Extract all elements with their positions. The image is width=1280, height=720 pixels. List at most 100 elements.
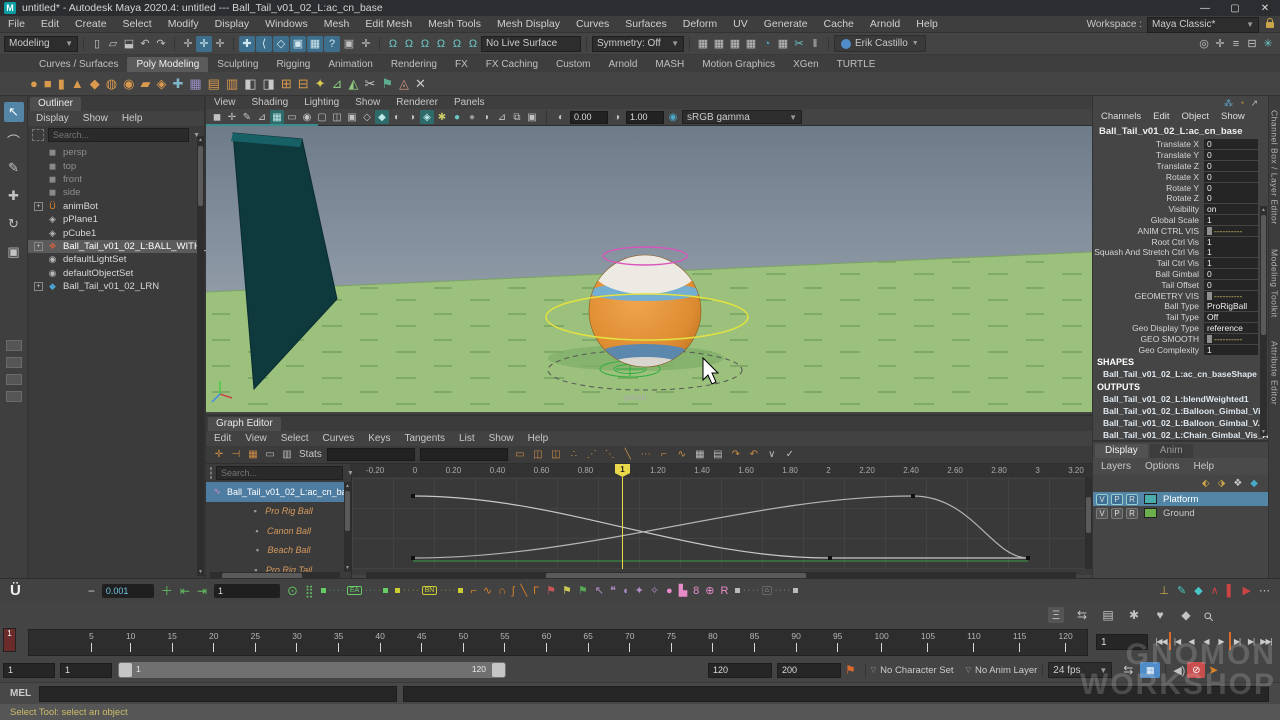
panel-vertical-tab[interactable]: Channel Box / Layer Editor bbox=[1270, 110, 1280, 225]
graph-editor-menu-item[interactable]: Curves bbox=[323, 433, 355, 444]
file-icon[interactable]: ⬓ bbox=[121, 36, 137, 52]
tangent-shape-icon[interactable]: Γ bbox=[533, 585, 539, 597]
tangent-tool-icon[interactable]: ∿ bbox=[675, 448, 689, 462]
shelf-tab[interactable]: TURTLE bbox=[828, 57, 885, 72]
tangent-tool-icon[interactable]: ◫ bbox=[549, 448, 563, 462]
viewport-toolbar-icon[interactable]: ● bbox=[450, 110, 464, 124]
key-flag-icon[interactable]: ⚑ bbox=[546, 584, 556, 597]
shelf-tab[interactable]: Rendering bbox=[382, 57, 446, 72]
tool-icon[interactable]: ▣ bbox=[4, 242, 24, 262]
graph-search-input[interactable] bbox=[216, 466, 343, 480]
tool-icon[interactable]: ⌒ bbox=[4, 130, 24, 150]
snap-toggle-icon[interactable]: ▦ bbox=[307, 36, 323, 52]
filter-icon[interactable] bbox=[32, 129, 44, 141]
outliner-item[interactable]: + Ü animBot bbox=[28, 200, 204, 213]
render-icon[interactable]: ‖ bbox=[807, 36, 823, 52]
anim-tool-icon[interactable]: ⊕ bbox=[705, 584, 714, 597]
viewport-toolbar-icon[interactable]: ● bbox=[465, 110, 479, 124]
shelf-icon[interactable]: ⊞ bbox=[281, 76, 292, 92]
attribute-value-field[interactable]: 0 bbox=[1204, 172, 1258, 182]
ease-slider[interactable]: · · · · EA · · · · bbox=[321, 586, 389, 595]
mel-label[interactable]: MEL bbox=[0, 688, 39, 699]
layer-reference-toggle[interactable]: R bbox=[1126, 494, 1138, 505]
editor-shortcut-icon[interactable]: ◆ bbox=[1178, 607, 1194, 623]
viewport-toolbar-icon[interactable]: ◇ bbox=[360, 110, 374, 124]
animation-end-field[interactable]: 200 bbox=[777, 663, 841, 678]
selection-mode-icon[interactable]: ✛ bbox=[212, 36, 228, 52]
graph-channel-item[interactable]: ∿ Ball_Tail_v01_02_L:ac_cn_ba bbox=[206, 482, 351, 502]
shelf-icon[interactable]: ▥ bbox=[226, 76, 238, 92]
symmetry-dropdown[interactable]: Symmetry: Off▼ bbox=[592, 36, 684, 52]
animbot-logo-icon[interactable]: Ü bbox=[10, 582, 21, 599]
viewport-toolbar-icon[interactable]: ▢ bbox=[315, 110, 329, 124]
shelf-icon[interactable]: ◉ bbox=[123, 76, 134, 92]
exposure-field[interactable]: 0.00 bbox=[570, 111, 608, 124]
time-slider[interactable]: 5 10 15 20 25 bbox=[28, 629, 1088, 656]
viewport-toolbar-icon[interactable]: ⊿ bbox=[495, 110, 509, 124]
step-left-icon[interactable]: ⇤ bbox=[180, 584, 190, 598]
menu-item[interactable]: Modify bbox=[160, 18, 207, 30]
viewport-toolbar-icon[interactable]: ▭ bbox=[285, 110, 299, 124]
panel-vertical-tab[interactable]: Modeling Toolkit bbox=[1270, 249, 1280, 318]
layer-visibility-toggle[interactable]: V bbox=[1096, 508, 1108, 519]
graph-tool-icon[interactable]: ▦ bbox=[246, 448, 260, 462]
viewport-toolbar-icon[interactable]: ⊿ bbox=[255, 110, 269, 124]
menu-set-dropdown[interactable]: Modeling▼ bbox=[4, 36, 78, 52]
channel-box-icon[interactable]: ◔ bbox=[1239, 98, 1244, 109]
expand-toggle-icon[interactable]: + bbox=[34, 282, 43, 291]
outliner-scrollbar[interactable]: ▲▼ bbox=[197, 136, 204, 576]
tangent-tool-icon[interactable]: ↷ bbox=[729, 448, 743, 462]
outliner-item[interactable]: + ◼ persp bbox=[28, 146, 204, 159]
tangent-tool-icon[interactable]: ∴ bbox=[567, 448, 581, 462]
layer-menu-item[interactable]: Layers bbox=[1101, 461, 1131, 472]
graph-editor-menu-item[interactable]: List bbox=[459, 433, 475, 444]
graph-tool-icon[interactable]: ▥ bbox=[280, 448, 294, 462]
shelf-icon[interactable]: ◧ bbox=[244, 76, 256, 92]
playback-button[interactable]: ▶ bbox=[1214, 632, 1228, 650]
key-flag-icon[interactable]: ⚑ bbox=[562, 584, 572, 597]
shelf-icon[interactable]: ◍ bbox=[106, 76, 117, 92]
shelf-icon[interactable]: ▰ bbox=[140, 76, 150, 92]
menu-item[interactable]: Surfaces bbox=[617, 18, 674, 30]
editor-shortcut-icon[interactable]: ▤ bbox=[1100, 607, 1116, 623]
viewport-toolbar-icon[interactable]: ◆ bbox=[375, 110, 389, 124]
outliner-item[interactable]: + ◉ defaultLightSet bbox=[28, 253, 204, 266]
menu-item[interactable]: Edit Mesh bbox=[357, 18, 420, 30]
layer-menu-item[interactable]: Options bbox=[1145, 461, 1179, 472]
selection-mode-icon[interactable]: ✛ bbox=[180, 36, 196, 52]
shelf-tab[interactable]: Sculpting bbox=[208, 57, 267, 72]
viewport-toolbar-icon[interactable]: ✱ bbox=[435, 110, 449, 124]
layer-editor-tab[interactable]: Display bbox=[1095, 444, 1148, 458]
attribute-value-field[interactable]: 0 bbox=[1204, 161, 1258, 171]
exposure-icon[interactable]: ◐ bbox=[554, 110, 568, 124]
outliner-item[interactable]: + ◈ pCube1 bbox=[28, 226, 204, 239]
playback-button[interactable]: ▶| bbox=[1244, 632, 1258, 650]
viewport-toolbar-icon[interactable]: ◗ bbox=[480, 110, 494, 124]
graph-editor-menu-item[interactable]: Keys bbox=[368, 433, 390, 444]
power-toggle-icon[interactable]: ⊙ bbox=[287, 583, 298, 599]
user-account-chip[interactable]: Erik Castillo ▼ bbox=[834, 35, 926, 52]
panel-vertical-tab[interactable]: Attribute Editor bbox=[1270, 341, 1280, 405]
attribute-value-field[interactable]: reference bbox=[1204, 323, 1258, 333]
viewport-menu-item[interactable]: Show bbox=[355, 97, 380, 108]
shelf-tab[interactable]: FX bbox=[446, 57, 477, 72]
anim-layer-dropdown[interactable]: ▽ No Anim Layer bbox=[966, 665, 1038, 676]
attribute-value-field[interactable]: ---------- bbox=[1204, 334, 1258, 344]
snap-toggle-icon[interactable]: ▣ bbox=[290, 36, 306, 52]
layer-menu-item[interactable]: Help bbox=[1193, 461, 1214, 472]
animbot-value-field[interactable]: 0.001 bbox=[102, 584, 154, 598]
attribute-value-field[interactable]: ---------- bbox=[1204, 291, 1258, 301]
close-button[interactable]: ✕ bbox=[1250, 0, 1280, 16]
shelf-tab[interactable]: FX Caching bbox=[477, 57, 547, 72]
layer-action-icon[interactable]: ⬗ bbox=[1218, 478, 1226, 489]
attribute-label[interactable]: Global Scale bbox=[1093, 215, 1204, 225]
layer-action-icon[interactable]: ⬖ bbox=[1202, 478, 1210, 489]
shelf-icon[interactable]: ◬ bbox=[399, 76, 409, 92]
sidebar-toggle-icon[interactable]: ✳ bbox=[1260, 36, 1276, 52]
outliner-menu-item[interactable]: Help bbox=[122, 113, 143, 124]
construction-icon[interactable]: Ω bbox=[417, 36, 433, 52]
attribute-label[interactable]: Squash And Stretch Ctrl Vis bbox=[1093, 247, 1204, 257]
attribute-label[interactable]: GEOMETRY VIS bbox=[1093, 291, 1204, 301]
tangent-tool-icon[interactable]: ⋱ bbox=[603, 448, 617, 462]
grid-icon[interactable]: ⣿ bbox=[305, 584, 314, 598]
